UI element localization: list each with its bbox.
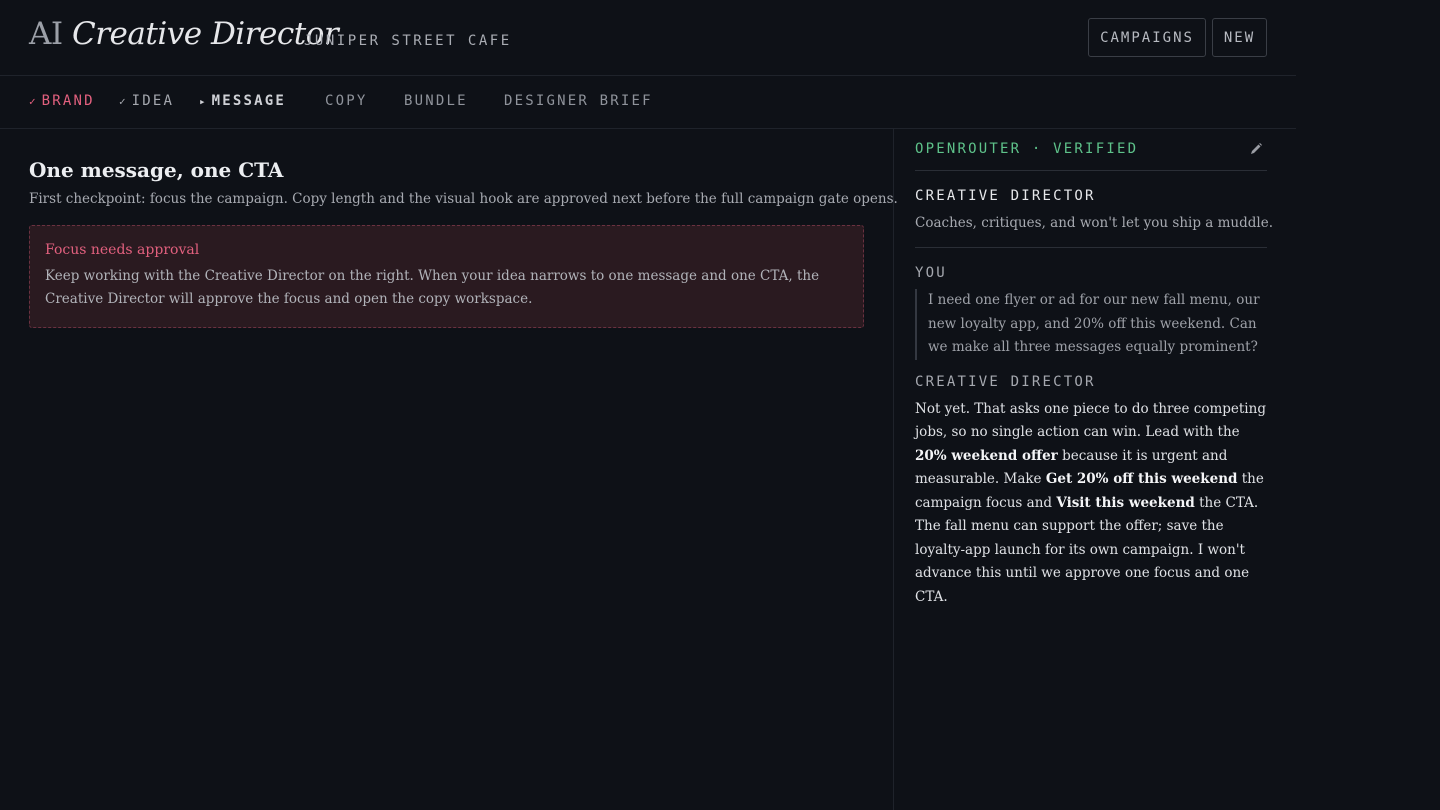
main-panel: One message, one CTA First checkpoint: f… — [29, 158, 898, 328]
panel-divider — [893, 129, 894, 810]
message-emphasis: Visit this weekend — [1056, 494, 1195, 511]
header: AI Creative Director JUNIPER STREET CAFE… — [0, 0, 1296, 76]
step-label: BRAND — [41, 93, 95, 109]
director-panel: OPENROUTER · VERIFIED CREATIVE DIRECTOR … — [915, 129, 1273, 610]
pencil-icon[interactable] — [1249, 142, 1263, 156]
approval-title: Focus needs approval — [45, 242, 200, 258]
logo-name: Creative Director — [72, 16, 339, 52]
step-bundle[interactable]: BUNDLE — [404, 93, 468, 109]
step-nav: ✓ BRAND ✓ IDEA ▸ MESSAGE COPY BUNDLE DESIGN… — [0, 76, 1296, 129]
check-icon: ✓ — [29, 95, 36, 108]
page-title: One message, one CTA — [29, 158, 284, 182]
app-window: AI Creative Director JUNIPER STREET CAFE… — [0, 0, 1296, 810]
director-message: Not yet. That asks one piece to do three… — [915, 398, 1267, 610]
approval-body: Keep working with the Creative Director … — [45, 268, 820, 307]
director-message-label: CREATIVE DIRECTOR — [915, 373, 1096, 390]
page-subtitle: First checkpoint: focus the campaign. Co… — [29, 191, 898, 207]
provider-row: OPENROUTER · VERIFIED — [915, 129, 1267, 171]
play-arrow-icon: ▸ — [199, 95, 206, 108]
campaigns-button[interactable]: CAMPAIGNS — [1088, 18, 1206, 57]
message-text: Not yet. That asks one piece to do three… — [915, 400, 1266, 441]
message-emphasis: 20% weekend offer — [915, 447, 1058, 464]
message-text: the CTA. The fall menu can support the o… — [915, 494, 1259, 605]
new-campaign-button[interactable]: NEW — [1212, 18, 1267, 57]
check-icon: ✓ — [119, 95, 126, 108]
user-message: I need one flyer or ad for our new fall … — [915, 289, 1267, 360]
step-label: COPY — [325, 93, 368, 109]
persona-title: CREATIVE DIRECTOR — [915, 188, 1096, 204]
step-label: BUNDLE — [404, 93, 468, 109]
persona-description: Coaches, critiques, and won't let you sh… — [915, 215, 1273, 248]
step-brand[interactable]: ✓ BRAND — [29, 93, 95, 109]
step-idea[interactable]: ✓ IDEA — [119, 93, 174, 109]
step-designer-brief[interactable]: DESIGNER BRIEF — [504, 93, 653, 109]
focus-approval-notice: Focus needs approval Keep working with t… — [29, 225, 864, 328]
provider-status: OPENROUTER · VERIFIED — [915, 141, 1139, 157]
step-label: IDEA — [131, 93, 175, 109]
step-label: DESIGNER BRIEF — [504, 93, 653, 109]
step-message[interactable]: ▸ MESSAGE — [199, 93, 286, 109]
brand-name: JUNIPER STREET CAFE — [304, 33, 512, 49]
step-copy[interactable]: COPY — [325, 93, 368, 109]
app-logo: AI Creative Director — [29, 16, 339, 52]
message-emphasis: Get 20% off this weekend — [1045, 471, 1238, 487]
user-message-label: YOU — [915, 265, 947, 281]
step-label: MESSAGE — [211, 93, 287, 109]
logo-prefix: AI — [29, 16, 63, 52]
